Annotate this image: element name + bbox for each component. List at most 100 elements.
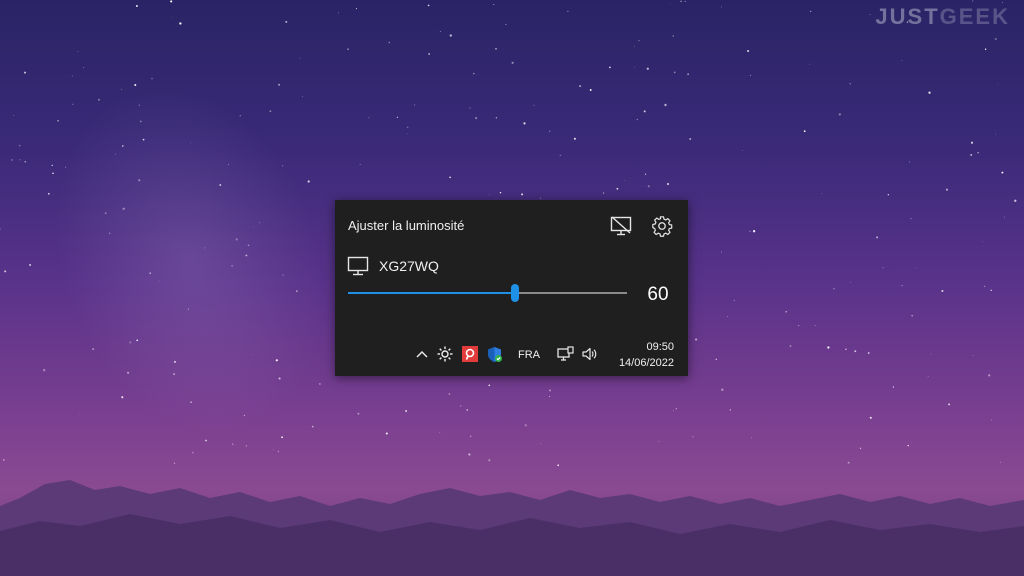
star bbox=[751, 437, 752, 439]
monitor-off-icon bbox=[610, 216, 632, 236]
star bbox=[281, 436, 283, 439]
star bbox=[634, 46, 635, 48]
defender-shield-icon bbox=[487, 346, 502, 362]
star bbox=[134, 83, 137, 87]
monitor-off-button[interactable] bbox=[608, 213, 634, 239]
star bbox=[869, 14, 871, 15]
star bbox=[449, 176, 451, 179]
star bbox=[892, 386, 895, 388]
star bbox=[1001, 171, 1004, 174]
star bbox=[285, 20, 288, 23]
app-red-icon bbox=[462, 346, 478, 362]
star bbox=[368, 117, 370, 119]
star bbox=[302, 96, 304, 97]
star bbox=[785, 310, 787, 313]
star bbox=[2, 459, 5, 461]
star bbox=[997, 83, 999, 84]
star bbox=[847, 461, 850, 464]
star bbox=[727, 316, 728, 318]
brightness-tray-button[interactable] bbox=[436, 345, 454, 363]
star bbox=[533, 104, 535, 106]
brightness-slider[interactable] bbox=[348, 284, 627, 302]
star bbox=[388, 41, 391, 44]
star bbox=[821, 193, 823, 195]
star bbox=[540, 197, 542, 199]
star bbox=[667, 183, 669, 185]
star bbox=[439, 432, 441, 434]
show-hidden-icons-button[interactable] bbox=[413, 345, 431, 363]
star bbox=[521, 193, 524, 196]
star bbox=[468, 453, 471, 456]
star bbox=[673, 71, 676, 74]
star bbox=[357, 412, 360, 415]
star bbox=[406, 133, 408, 134]
red-app-tray-button[interactable] bbox=[461, 345, 479, 363]
star bbox=[616, 187, 619, 190]
star bbox=[499, 191, 502, 194]
star bbox=[359, 164, 361, 165]
star bbox=[909, 161, 911, 163]
star bbox=[669, 3, 671, 4]
star bbox=[970, 141, 974, 144]
star bbox=[999, 461, 1002, 463]
star bbox=[1004, 216, 1006, 218]
slider-fill bbox=[348, 292, 516, 294]
star bbox=[277, 450, 280, 453]
star bbox=[941, 289, 944, 293]
star bbox=[990, 289, 992, 292]
star bbox=[495, 117, 498, 119]
star bbox=[910, 217, 912, 220]
language-indicator[interactable]: FRA bbox=[518, 349, 540, 361]
star bbox=[311, 425, 314, 428]
taskbar-tray: FRA 09:50 14/06/2022 bbox=[335, 337, 688, 376]
star bbox=[385, 432, 388, 435]
star bbox=[638, 39, 640, 42]
star bbox=[876, 236, 879, 239]
gear-icon bbox=[652, 216, 673, 237]
star bbox=[406, 126, 409, 129]
star bbox=[930, 353, 932, 355]
volume-tray-button[interactable] bbox=[580, 345, 598, 363]
star bbox=[448, 393, 451, 395]
star bbox=[603, 192, 605, 194]
star bbox=[729, 409, 731, 411]
star bbox=[833, 287, 835, 290]
star bbox=[493, 3, 495, 5]
star bbox=[624, 180, 626, 181]
clock[interactable]: 09:50 14/06/2022 bbox=[619, 339, 674, 371]
star bbox=[549, 130, 551, 132]
star bbox=[347, 48, 350, 51]
star bbox=[559, 154, 561, 156]
star bbox=[29, 264, 32, 266]
star bbox=[733, 299, 735, 301]
star bbox=[488, 384, 491, 387]
security-tray-button[interactable] bbox=[485, 345, 503, 363]
star bbox=[338, 12, 339, 14]
star bbox=[994, 37, 997, 41]
star bbox=[396, 116, 398, 118]
star bbox=[643, 110, 646, 113]
settings-button[interactable] bbox=[649, 213, 675, 239]
star bbox=[867, 352, 870, 354]
clock-time: 09:50 bbox=[646, 341, 674, 353]
network-tray-button[interactable] bbox=[556, 345, 574, 363]
slider-thumb[interactable] bbox=[511, 284, 520, 302]
brightness-flyout: Ajuster la luminosité XG27WQ 60 FRA 09:5… bbox=[335, 200, 688, 376]
star bbox=[1002, 2, 1003, 3]
monitor-icon bbox=[347, 256, 369, 276]
star bbox=[548, 389, 552, 392]
star bbox=[692, 436, 694, 438]
star bbox=[646, 67, 649, 70]
star bbox=[915, 266, 916, 268]
star bbox=[405, 410, 408, 412]
star bbox=[488, 459, 491, 462]
flyout-title: Ajuster la luminosité bbox=[348, 218, 465, 233]
star bbox=[573, 137, 576, 140]
star bbox=[135, 5, 138, 7]
star bbox=[928, 91, 931, 94]
star bbox=[749, 74, 751, 76]
star bbox=[557, 464, 560, 467]
star bbox=[901, 60, 903, 62]
star bbox=[945, 188, 949, 191]
star bbox=[608, 66, 611, 69]
